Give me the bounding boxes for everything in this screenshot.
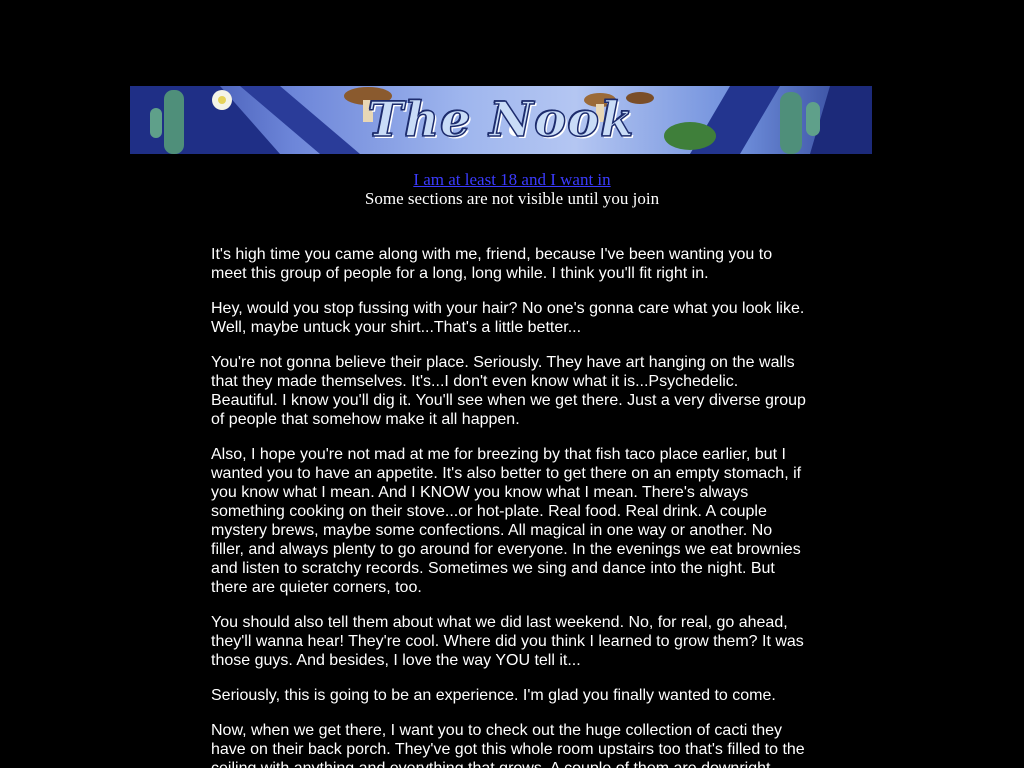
story-paragraph-4: Also, I hope you're not mad at me for br… xyxy=(211,446,802,596)
story-paragraph-1: It's high time you came along with me, f… xyxy=(211,246,773,282)
story-paragraph-5: You should also tell them about what we … xyxy=(211,614,804,669)
story-paragraph-2: Hey, would you stop fussing with your ha… xyxy=(211,300,805,336)
site-banner: The Nook xyxy=(130,86,872,154)
story-paragraph-6: Seriously, this is going to be an experi… xyxy=(211,687,776,704)
enter-section: I am at least 18 and I want in Some sect… xyxy=(0,170,1024,208)
story-paragraph-3: You're not gonna believe their place. Se… xyxy=(211,354,806,428)
story-text: It's high time you came along with me, f… xyxy=(211,245,806,768)
age-confirm-link[interactable]: I am at least 18 and I want in xyxy=(413,170,610,189)
banner-title: The Nook xyxy=(367,91,635,149)
story-paragraph-7: Now, when we get there, I want you to ch… xyxy=(211,722,805,768)
join-note: Some sections are not visible until you … xyxy=(364,189,660,208)
